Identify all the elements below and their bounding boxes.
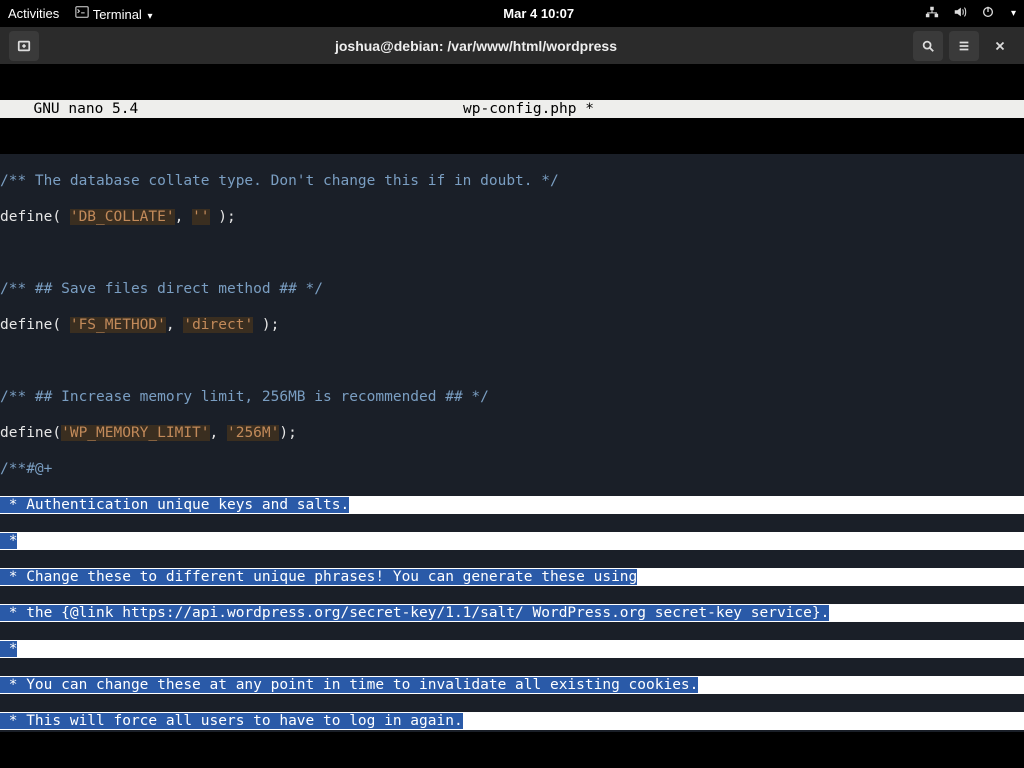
selected-line: * This will force all users to have to l… (0, 712, 1024, 730)
comment-line: /**#@+ (0, 461, 52, 477)
window-titlebar: joshua@debian: /var/www/html/wordpress (0, 27, 1024, 64)
code-line: define( 'DB_COLLATE', '' ); (0, 208, 1024, 226)
selected-line: * Change these to different unique phras… (0, 568, 1024, 586)
terminal-icon (75, 7, 89, 22)
gnome-top-bar: Activities Terminal ▾ Mar 4 10:07 ▾ (0, 0, 1024, 27)
selected-line: * (0, 640, 1024, 658)
clock[interactable]: Mar 4 10:07 (152, 6, 925, 21)
comment-line: /** ## Increase memory limit, 256MB is r… (0, 389, 489, 405)
new-tab-button[interactable] (9, 31, 39, 61)
selected-line: * Authentication unique keys and salts. (0, 496, 1024, 514)
comment-line: /** The database collate type. Don't cha… (0, 173, 559, 189)
volume-icon[interactable] (953, 5, 967, 22)
code-line: define( 'FS_METHOD', 'direct' ); (0, 316, 1024, 334)
comment-line: /** ## Save files direct method ## */ (0, 281, 323, 297)
close-button[interactable] (985, 31, 1015, 61)
nano-version: GNU nano 5.4 (0, 100, 463, 118)
power-icon[interactable] (981, 5, 995, 22)
nano-filename: wp-config.php * (463, 100, 594, 118)
window-title: joshua@debian: /var/www/html/wordpress (42, 38, 910, 54)
editor-area[interactable]: /** The database collate type. Don't cha… (0, 154, 1024, 768)
nano-shortcut-bar: ^G Help ^O Write Out ^W Where Is ^K Cut … (0, 732, 1024, 768)
nano-titlebar: GNU nano 5.4 wp-config.php * (0, 100, 1024, 118)
menu-button[interactable] (949, 31, 979, 61)
search-button[interactable] (913, 31, 943, 61)
chevron-down-icon: ▾ (1011, 8, 1016, 19)
activities-button[interactable]: Activities (8, 6, 59, 21)
app-menu[interactable]: Terminal ▾ (75, 5, 152, 22)
code-line: define('WP_MEMORY_LIMIT', '256M'); (0, 424, 1024, 442)
selected-line: * (0, 532, 1024, 550)
app-menu-label: Terminal (93, 7, 142, 22)
network-icon[interactable] (925, 5, 939, 22)
selected-line: * You can change these at any point in t… (0, 676, 1024, 694)
selected-line: * the {@link https://api.wordpress.org/s… (0, 604, 1024, 622)
terminal-viewport[interactable]: GNU nano 5.4 wp-config.php * /** The dat… (0, 64, 1024, 768)
